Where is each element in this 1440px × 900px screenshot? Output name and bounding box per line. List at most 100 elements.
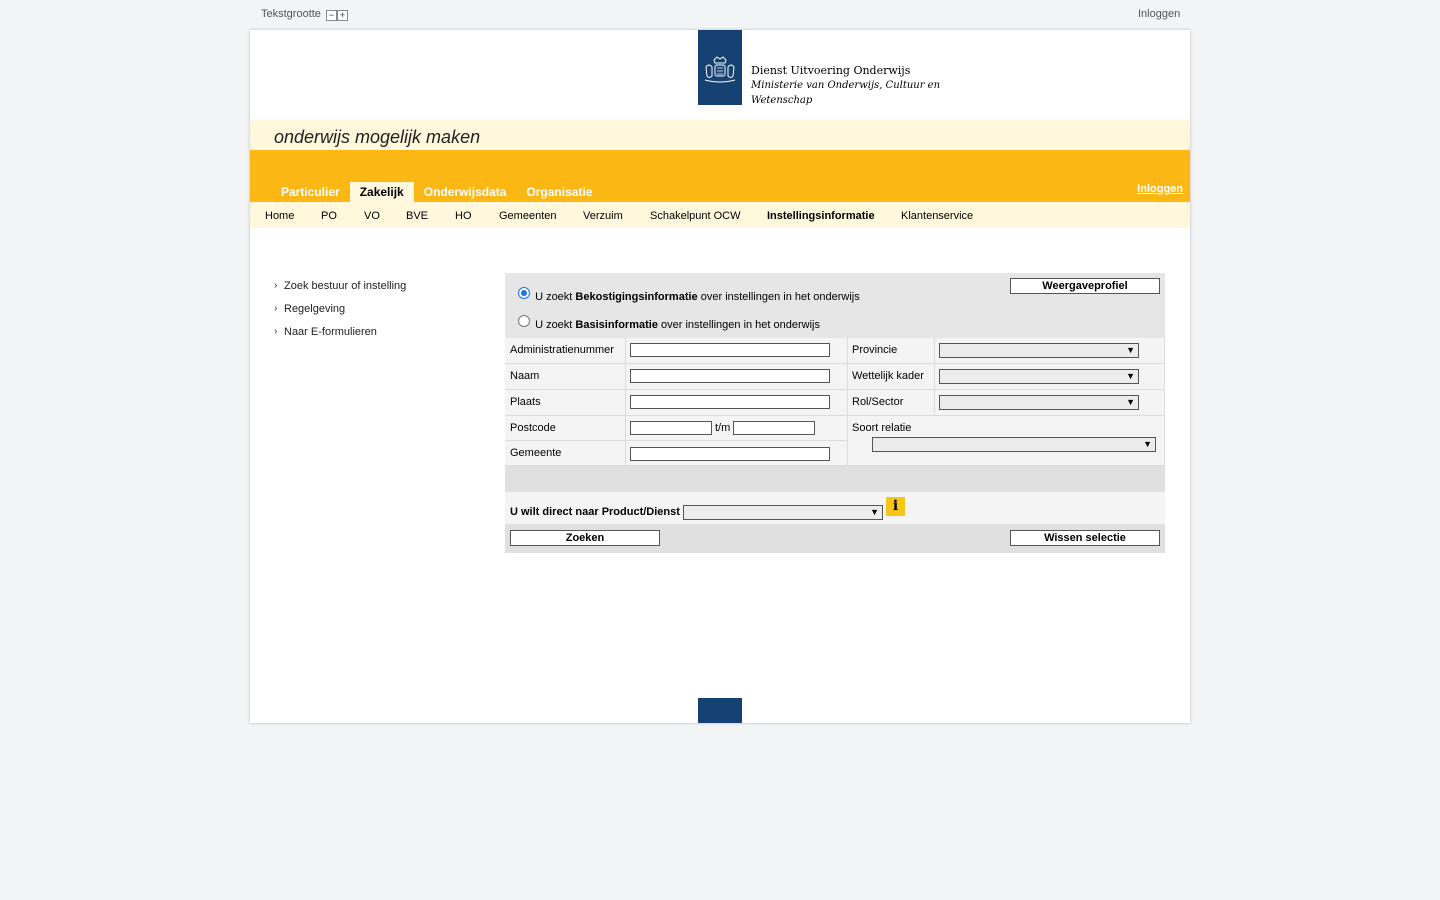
subnav-item-home[interactable]: Home — [265, 210, 294, 222]
chevron-right-icon: › — [274, 280, 278, 291]
rol-sector-select[interactable]: ▼ — [939, 395, 1139, 410]
subnav-item-po[interactable]: PO — [321, 210, 337, 222]
field-cell: t/m — [626, 416, 848, 441]
logo-line-2: Ministerie van Onderwijs, Cultuur en — [751, 80, 941, 91]
direct-product-label: U wilt direct naar Product/Dienst — [510, 506, 680, 518]
radio-bekostigingsinformatie[interactable] — [518, 287, 530, 299]
label-gemeente: Gemeente — [510, 447, 562, 459]
weergaveprofiel-button[interactable]: Weergaveprofiel — [1010, 278, 1160, 294]
provincie-select[interactable]: ▼ — [939, 343, 1139, 358]
field-cell: ▼ — [935, 364, 1165, 390]
search-fields-grid: Administratienummer Naam Plaats Postcode — [505, 338, 1165, 466]
radio-basisinformatie[interactable] — [518, 315, 530, 327]
administratienummer-input[interactable] — [630, 343, 830, 357]
radio-suffix: over instellingen in het onderwijs — [661, 319, 820, 331]
label-wettelijk-kader: Wettelijk kader — [852, 370, 924, 382]
field-cell — [626, 441, 848, 466]
chevron-down-icon: ▼ — [1143, 439, 1152, 449]
info-icon[interactable]: i — [886, 497, 905, 516]
field-cell — [626, 338, 848, 364]
tab-onderwijsdata[interactable]: Onderwijsdata — [414, 182, 517, 202]
label-cell: Rol/Sector — [848, 390, 935, 416]
tagline-bar: onderwijs mogelijk maken — [250, 120, 1190, 150]
separator-band — [505, 466, 1165, 492]
field-cell — [626, 390, 848, 416]
logo-text: Dienst Uitvoering Onderwijs Ministerie v… — [751, 63, 940, 108]
radio-row-basis[interactable]: U zoekt Basisinformatie over instellinge… — [518, 315, 820, 331]
sidebar-item-zoek-bestuur[interactable]: › Zoek bestuur of instelling — [274, 280, 406, 303]
radio-row-bekostiging[interactable]: U zoekt Bekostigingsinformatie over inst… — [518, 287, 860, 303]
sidebar-item-label: Naar E-formulieren — [284, 326, 377, 338]
postcode-to-input[interactable] — [733, 421, 815, 435]
subnav-item-klantenservice[interactable]: Klantenservice — [901, 210, 973, 222]
sidebar-item-label: Zoek bestuur of instelling — [284, 280, 407, 292]
label-cell: Postcode — [505, 416, 626, 441]
postcode-from-input[interactable] — [630, 421, 712, 435]
nav-login-link[interactable]: Inloggen — [1137, 183, 1183, 195]
label-plaats: Plaats — [510, 396, 541, 408]
subnav-item-schakelpunt-ocw[interactable]: Schakelpunt OCW — [650, 210, 740, 222]
chevron-right-icon: › — [274, 326, 278, 337]
radio-prefix: U zoekt — [535, 291, 573, 303]
sidebar: › Zoek bestuur of instelling › Regelgeving… — [274, 280, 406, 349]
field-cell: ▼ — [935, 390, 1165, 416]
label-soort-relatie: Soort relatie — [852, 422, 912, 434]
postcode-tm-label: t/m — [715, 422, 731, 434]
logo[interactable] — [698, 30, 742, 105]
chevron-down-icon: ▼ — [870, 507, 879, 517]
product-dienst-select[interactable]: ▼ — [683, 505, 883, 520]
label-administratienummer: Administratienummer — [510, 344, 614, 356]
label-postcode: Postcode — [510, 422, 556, 434]
clear-selection-button[interactable]: Wissen selectie — [1010, 530, 1160, 546]
search-button[interactable]: Zoeken — [510, 530, 660, 546]
page-container: Dienst Uitvoering Onderwijs Ministerie v… — [250, 30, 1190, 723]
subnav-item-ho[interactable]: HO — [455, 210, 472, 222]
plaats-input[interactable] — [630, 395, 830, 409]
tab-particulier[interactable]: Particulier — [271, 182, 350, 202]
radio-prefix: U zoekt — [535, 319, 573, 331]
sub-nav: Home PO VO BVE HO Gemeenten Verzuim Scha… — [250, 202, 1190, 228]
field-cell: ▼ — [935, 338, 1165, 364]
label-provincie: Provincie — [852, 344, 898, 356]
logo-line-1: Dienst Uitvoering Onderwijs — [751, 64, 911, 77]
main-nav-bar: Particulier Zakelijk Onderwijsdata Organ… — [250, 150, 1190, 202]
chevron-down-icon: ▼ — [1126, 345, 1135, 355]
subnav-item-verzuim[interactable]: Verzuim — [583, 210, 623, 222]
soort-relatie-cell: Soort relatie ▼ — [848, 416, 1165, 466]
search-form: U zoekt Bekostigingsinformatie over inst… — [505, 273, 1165, 553]
sidebar-item-e-formulieren[interactable]: › Naar E-formulieren — [274, 326, 406, 349]
crest-icon — [704, 56, 736, 83]
wettelijk-kader-select[interactable]: ▼ — [939, 369, 1139, 384]
text-size-decrease-button[interactable]: − — [325, 10, 337, 21]
tab-zakelijk[interactable]: Zakelijk — [349, 182, 414, 202]
gemeente-input[interactable] — [630, 447, 830, 461]
label-cell: Gemeente — [505, 441, 626, 466]
subnav-item-vo[interactable]: VO — [364, 210, 380, 222]
tab-organisatie[interactable]: Organisatie — [516, 182, 602, 202]
radio-suffix: over instellingen in het onderwijs — [700, 291, 860, 303]
subnav-item-bve[interactable]: BVE — [406, 210, 428, 222]
label-cell: Wettelijk kader — [848, 364, 935, 390]
logo-line-3: Wetenschap — [751, 95, 813, 106]
radio-bold-label: Bekostigingsinformatie — [575, 291, 698, 303]
sidebar-item-regelgeving[interactable]: › Regelgeving — [274, 303, 406, 326]
top-bar: Tekstgrootte − + Inloggen — [0, 0, 1440, 28]
tagline: onderwijs mogelijk maken — [274, 127, 481, 147]
text-size-control: Tekstgrootte − + — [261, 8, 348, 21]
chevron-down-icon: ▼ — [1126, 397, 1135, 407]
subnav-item-gemeenten[interactable]: Gemeenten — [499, 210, 556, 222]
chevron-right-icon: › — [274, 303, 278, 314]
text-size-increase-button[interactable]: + — [336, 10, 348, 21]
subnav-item-instellingsinformatie[interactable]: Instellingsinformatie — [767, 210, 875, 222]
naam-input[interactable] — [630, 369, 830, 383]
label-cell: Plaats — [505, 390, 626, 416]
radio-bold-label: Basisinformatie — [575, 319, 658, 331]
soort-relatie-select[interactable]: ▼ — [872, 437, 1156, 452]
footer-logo-block — [698, 698, 742, 723]
top-login-link[interactable]: Inloggen — [1138, 8, 1180, 20]
form-actions: Zoeken Wissen selectie — [505, 524, 1165, 553]
label-cell: Naam — [505, 364, 626, 390]
main-tabs: Particulier Zakelijk Onderwijsdata Organ… — [271, 182, 602, 202]
sidebar-item-label: Regelgeving — [284, 303, 346, 315]
field-cell — [626, 364, 848, 390]
